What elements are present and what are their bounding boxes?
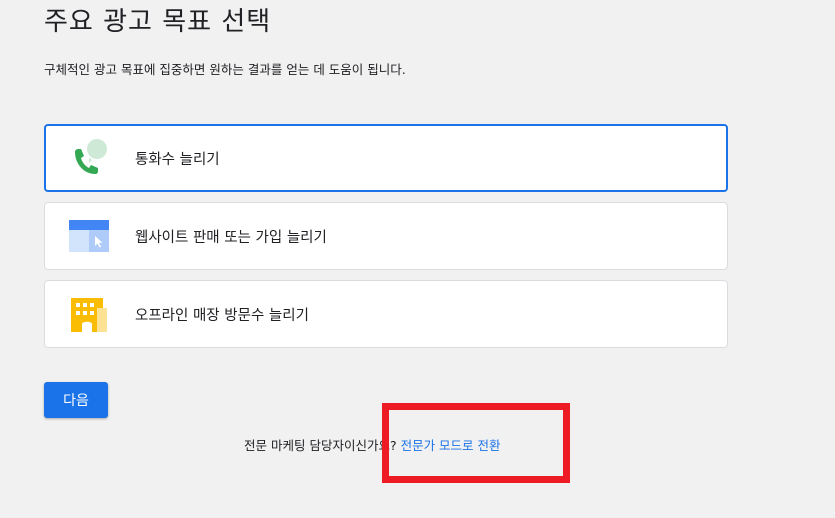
- expert-mode-prompt: 전문 마케팅 담당자이신가요? 전문가 모드로 전환: [244, 436, 501, 456]
- goal-option-label: 오프라인 매장 방문수 늘리기: [135, 307, 309, 324]
- goal-options-list: 통화수 늘리기 웹사이트 판매 또는 가입 늘리기 오프라인 매장 방문수 늘리…: [44, 124, 728, 358]
- next-button[interactable]: 다음: [44, 382, 108, 418]
- goal-option-calls[interactable]: 통화수 늘리기: [44, 124, 728, 192]
- goal-option-label: 통화수 늘리기: [135, 151, 220, 168]
- store-building-icon: [67, 292, 111, 336]
- expert-mode-link[interactable]: 전문가 모드로 전환: [401, 438, 501, 453]
- website-icon: [67, 214, 111, 258]
- goal-selection-page: 주요 광고 목표 선택 구체적인 광고 목표에 집중하면 원하는 결과를 얻는 …: [0, 0, 835, 518]
- goal-option-website[interactable]: 웹사이트 판매 또는 가입 늘리기: [44, 202, 728, 270]
- page-title: 주요 광고 목표 선택: [44, 7, 272, 37]
- goal-option-label: 웹사이트 판매 또는 가입 늘리기: [135, 229, 327, 246]
- goal-option-store-visits[interactable]: 오프라인 매장 방문수 늘리기: [44, 280, 728, 348]
- expert-mode-question: 전문 마케팅 담당자이신가요?: [244, 438, 397, 453]
- phone-call-icon: [67, 136, 111, 180]
- page-subtitle: 구체적인 광고 목표에 집중하면 원하는 결과를 얻는 데 도움이 됩니다.: [44, 62, 406, 77]
